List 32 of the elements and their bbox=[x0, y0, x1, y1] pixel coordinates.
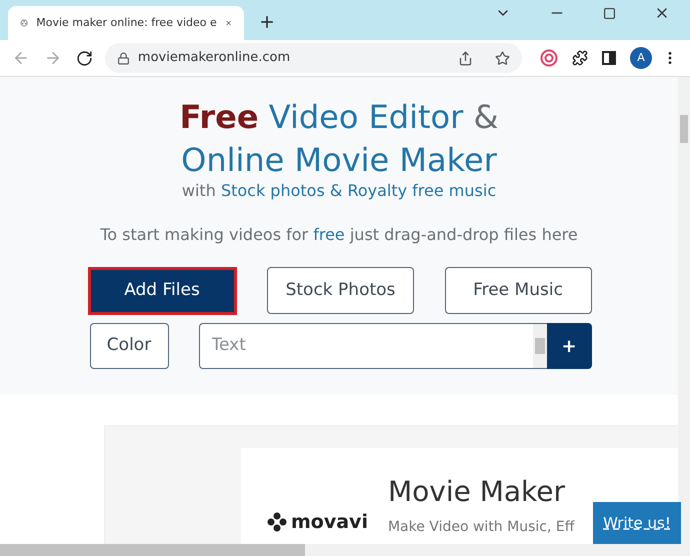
lock-icon bbox=[116, 52, 130, 64]
add-files-button[interactable]: Add Files bbox=[88, 267, 236, 315]
share-icon[interactable] bbox=[458, 50, 474, 66]
extensions-icon[interactable] bbox=[572, 50, 588, 66]
logo-text: movavi bbox=[291, 510, 368, 535]
address-text: moviemakeronline.com bbox=[138, 49, 292, 68]
option-button[interactable]: Free Music bbox=[444, 267, 592, 314]
write-us-button[interactable]: Write us! bbox=[593, 502, 681, 544]
text-field[interactable]: Text bbox=[198, 323, 532, 369]
option-button[interactable]: Stock Photos bbox=[267, 267, 414, 314]
new-tab-icon[interactable] bbox=[258, 13, 276, 31]
color-button[interactable]: Color bbox=[90, 323, 168, 369]
headline-subtitle: Online Movie Maker bbox=[181, 140, 497, 181]
scrollbar[interactable] bbox=[532, 323, 546, 369]
tagline: with Stock photos & Royalty free music bbox=[182, 181, 496, 201]
avatar[interactable]: A bbox=[630, 47, 652, 69]
star-icon[interactable] bbox=[495, 50, 510, 66]
vertical-scrollbar[interactable] bbox=[678, 77, 690, 556]
add-text-button[interactable]: + bbox=[546, 323, 592, 369]
logo-icon bbox=[267, 512, 287, 532]
target-icon[interactable] bbox=[540, 49, 558, 67]
horizontal-scrollbar[interactable] bbox=[0, 544, 678, 556]
instruction-text: To start making videos for free just drag-and-drop files here bbox=[100, 224, 578, 246]
product-title: Movie Maker bbox=[388, 476, 566, 508]
product-subtitle: Make Video with Music, Eff bbox=[388, 518, 574, 536]
reload-icon[interactable] bbox=[76, 50, 93, 66]
headline: Free Video Editor & bbox=[180, 97, 498, 138]
tab-title: Movie maker online: free video e bbox=[36, 14, 217, 31]
sidebar-icon[interactable] bbox=[602, 51, 616, 65]
address-bar[interactable]: moviemakeronline.com bbox=[104, 43, 522, 73]
browser-tab[interactable]: Movie maker online: free video e bbox=[8, 6, 244, 40]
maximize-icon[interactable] bbox=[603, 6, 616, 20]
